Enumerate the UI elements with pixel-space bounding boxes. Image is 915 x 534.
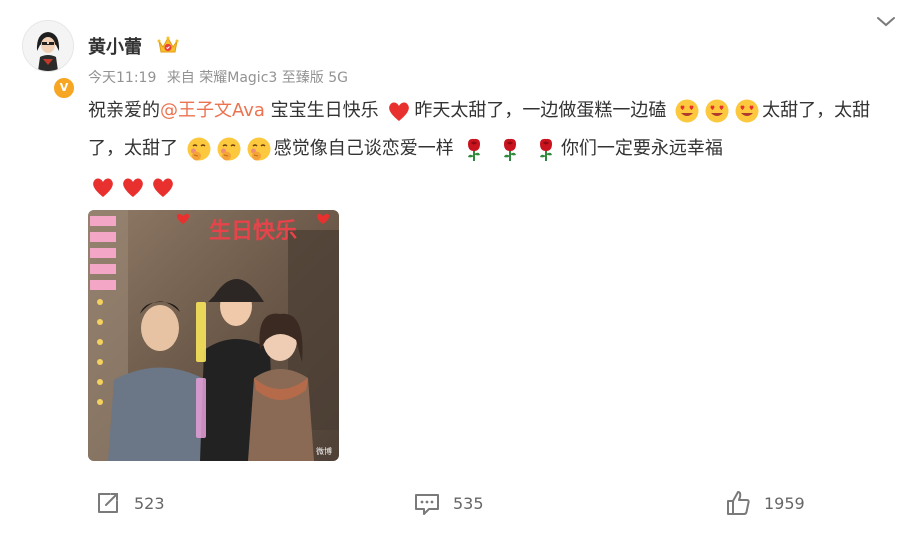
heart-icon (93, 178, 113, 197)
heart-eyes-icon (675, 99, 699, 123)
content-text: 祝亲爱的 (88, 100, 160, 121)
like-count: 1959 (764, 493, 805, 513)
comment-button[interactable]: 535 (413, 489, 484, 517)
post-image[interactable]: 生日快乐 微博 (88, 210, 339, 461)
blush-icon (187, 137, 211, 161)
chevron-down-icon[interactable] (875, 14, 897, 33)
avatar[interactable] (22, 20, 74, 72)
repost-count: 523 (134, 493, 165, 513)
verified-badge: V (52, 76, 76, 100)
repost-icon (98, 493, 118, 513)
heart-eyes-icon (705, 99, 729, 123)
post-content: 祝亲爱的@王子文Ava 宝宝生日快乐 昨天太甜了，一边做蛋糕一边磕 太甜了，太甜… (88, 92, 898, 206)
post-time[interactable]: 今天11:19 (88, 70, 156, 86)
post-source: 来自 荣耀Magic3 至臻版 5G (166, 70, 348, 86)
heart-eyes-icon (735, 99, 759, 123)
like-button[interactable]: 1959 (724, 489, 805, 517)
comment-icon (415, 494, 439, 515)
rose-icon (539, 138, 552, 161)
heart-icon (389, 102, 410, 121)
repost-button[interactable]: 523 (94, 489, 165, 517)
crown-icon[interactable] (157, 35, 179, 59)
username[interactable]: 黄小蕾 (88, 33, 142, 59)
heart-icon (123, 178, 143, 197)
action-bar: 523 535 1959 (0, 489, 915, 523)
rose-icon (468, 138, 481, 161)
post-photo-illustration: 生日快乐 微博 (88, 210, 339, 461)
image-title: 生日快乐 (209, 219, 297, 244)
content-text: 感觉像自己谈恋爱一样 (273, 138, 454, 159)
blush-icon (217, 137, 241, 161)
content-text: 你们一定要永远幸福 (560, 138, 723, 159)
post-meta: 今天11:19 来自 荣耀Magic3 至臻版 5G (88, 67, 354, 87)
user-mention[interactable]: @王子文Ava (160, 100, 265, 121)
avatar-image (23, 21, 73, 71)
content-text: 昨天太甜了，一边做蛋糕一边磕 (414, 100, 667, 121)
image-watermark: 微博 (316, 446, 332, 456)
content-text: 宝宝生日快乐 (264, 100, 379, 121)
comment-count: 535 (453, 493, 484, 513)
blush-icon (247, 137, 271, 161)
rose-icon (504, 138, 517, 161)
like-icon (727, 491, 750, 515)
heart-icon (153, 178, 173, 197)
